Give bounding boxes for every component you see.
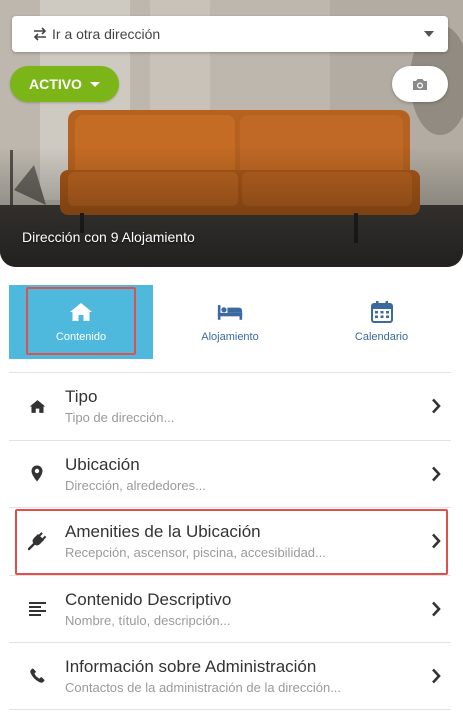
swap-arrows-icon	[32, 27, 48, 41]
camera-icon	[413, 78, 427, 90]
bed-icon	[217, 301, 243, 323]
list-item-title: Contenido Descriptivo	[65, 589, 232, 609]
list-item-title: Tipo	[65, 387, 98, 407]
chevron-down-icon	[424, 31, 434, 37]
list-item-subtitle: Nombre, título, descripción...	[65, 612, 231, 628]
tab-label: Calendario	[354, 331, 409, 343]
list-item-ubicacion[interactable]: Ubicación Dirección, alrededores...	[9, 439, 451, 508]
home-icon	[9, 399, 65, 414]
tab-label: Alojamiento	[201, 331, 259, 343]
map-pin-icon	[9, 465, 65, 482]
chevron-right-icon	[421, 601, 451, 617]
chevron-right-icon	[421, 466, 451, 482]
section-tabs: Contenido Alojamiento Calendario	[9, 285, 456, 359]
list-item-subtitle: Dirección, alrededores...	[65, 477, 206, 493]
list-item-title: Ubicación	[65, 454, 140, 474]
caret-down-icon	[89, 81, 100, 87]
tab-contenido[interactable]: Contenido	[9, 285, 153, 359]
plug-icon	[9, 531, 65, 551]
address-select-label: Ir a otra dirección	[52, 26, 161, 42]
address-select[interactable]: Ir a otra dirección	[12, 16, 448, 52]
settings-list: Tipo Tipo de dirección... Ubicación Dire…	[9, 372, 451, 710]
list-item-amenities[interactable]: Amenities de la Ubicación Recepción, asc…	[9, 507, 451, 575]
list-item-title: Amenities de la Ubicación	[65, 522, 261, 542]
chevron-right-icon	[421, 668, 451, 684]
list-item-title: Información sobre Administración	[65, 656, 317, 676]
chevron-right-icon	[421, 398, 451, 414]
phone-icon	[9, 668, 65, 683]
list-item-administracion[interactable]: Información sobre Administración Contact…	[9, 642, 451, 710]
status-dropdown-button[interactable]: ACTIVO	[10, 66, 119, 102]
camera-button[interactable]	[392, 66, 448, 102]
property-hero: Ir a otra dirección ACTIVO Dirección con…	[0, 0, 463, 267]
tab-alojamiento[interactable]: Alojamiento	[153, 285, 307, 359]
list-item-contenido-descriptivo[interactable]: Contenido Descriptivo Nombre, título, de…	[9, 574, 451, 643]
tab-calendario[interactable]: Calendario	[307, 285, 456, 359]
tab-label: Contenido	[55, 331, 107, 343]
list-item-subtitle: Recepción, ascensor, piscina, accesibili…	[65, 545, 326, 561]
text-align-icon	[9, 601, 65, 616]
calendar-icon	[369, 301, 395, 323]
list-item-subtitle: Tipo de dirección...	[65, 410, 175, 426]
property-caption: Dirección con 9 Alojamiento	[22, 229, 195, 245]
list-item-tipo[interactable]: Tipo Tipo de dirección...	[9, 372, 451, 440]
home-icon	[68, 301, 94, 323]
chevron-right-icon	[421, 533, 451, 549]
status-label: ACTIVO	[29, 76, 82, 92]
list-item-subtitle: Contactos de la administración de la dir…	[65, 679, 342, 695]
